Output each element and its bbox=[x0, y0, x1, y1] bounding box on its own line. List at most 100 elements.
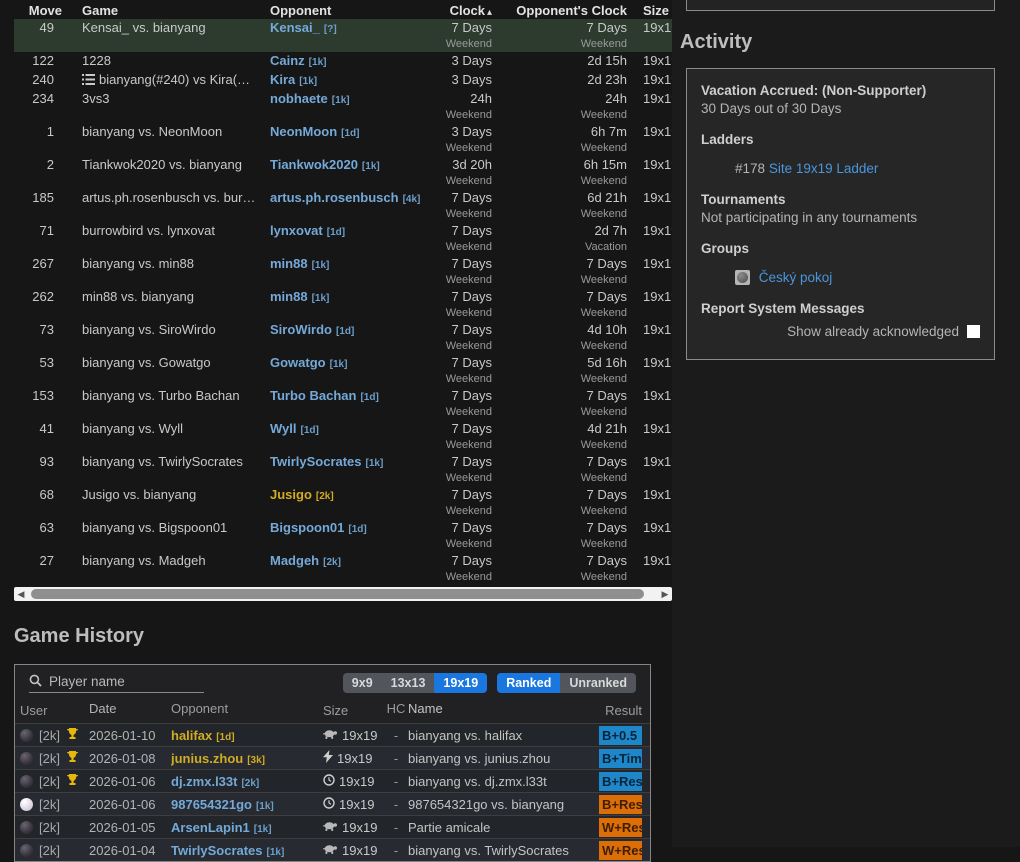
history-row[interactable]: [2k]2026-01-08junius.zhou[3k]19x19-biany… bbox=[15, 746, 650, 769]
filter-13x13[interactable]: 13x13 bbox=[382, 673, 435, 693]
clock-main: 2d 23h bbox=[494, 71, 627, 88]
board-size: 19x19 bbox=[337, 751, 372, 766]
activity-panel: Vacation Accrued: (Non-Supporter) 30 Day… bbox=[686, 68, 995, 360]
opponent-link[interactable]: TwirlySocrates bbox=[270, 454, 362, 469]
active-games-header: Move Game Opponent Clock▴ Opponent's Clo… bbox=[14, 0, 672, 19]
opponent-link[interactable]: nobhaete bbox=[270, 91, 328, 106]
filter-19x19[interactable]: 19x19 bbox=[434, 673, 487, 693]
header-size[interactable]: Size bbox=[637, 3, 672, 18]
game-row[interactable]: 27bianyang vs. MadgehMadgeh[2k]7 DaysWee… bbox=[14, 552, 672, 585]
game-name-text: Tiankwok2020 vs. bianyang bbox=[82, 157, 242, 172]
history-row[interactable]: [2k]2026-01-05ArsenLapin1[1k]19x19-Parti… bbox=[15, 815, 650, 838]
group-link[interactable]: Český pokoj bbox=[759, 270, 833, 285]
opponent-link[interactable]: Wyll bbox=[270, 421, 297, 436]
scrollbar-thumb[interactable] bbox=[31, 589, 644, 599]
group-avatar-icon bbox=[735, 270, 750, 285]
game-row[interactable]: 240bianyang(#240) vs Kira(…Kira[1k]3 Day… bbox=[14, 71, 672, 90]
history-header-result[interactable]: Result bbox=[602, 701, 642, 720]
game-row[interactable]: 53bianyang vs. GowatgoGowatgo[1k]7 DaysW… bbox=[14, 354, 672, 387]
history-header-size[interactable]: Size bbox=[323, 701, 384, 720]
move-count: 63 bbox=[14, 519, 68, 552]
filter-ranked[interactable]: Ranked bbox=[497, 673, 560, 693]
game-row[interactable]: 185artus.ph.rosenbusch vs. bur…artus.ph.… bbox=[14, 189, 672, 222]
header-move[interactable]: Move bbox=[14, 3, 68, 18]
opponent-link[interactable]: dj.zmx.l33t bbox=[171, 774, 237, 789]
history-header-date[interactable]: Date bbox=[89, 701, 171, 720]
filter-9x9[interactable]: 9x9 bbox=[343, 673, 382, 693]
game-row[interactable]: 41bianyang vs. WyllWyll[1d]7 DaysWeekend… bbox=[14, 420, 672, 453]
game-row[interactable]: 63bianyang vs. Bigspoon01Bigspoon01[1d]7… bbox=[14, 519, 672, 552]
player-search[interactable] bbox=[29, 673, 204, 693]
game-name: bianyang vs. Gowatgo bbox=[68, 354, 264, 387]
opponent-link[interactable]: min88 bbox=[270, 256, 308, 271]
opponent-link[interactable]: SiroWirdo bbox=[270, 322, 332, 337]
clock-main: 2d 15h bbox=[494, 52, 627, 69]
header-clock[interactable]: Clock▴ bbox=[422, 3, 494, 18]
scrollbar-track[interactable] bbox=[28, 587, 658, 601]
game-row[interactable]: 153bianyang vs. Turbo BachanTurbo Bachan… bbox=[14, 387, 672, 420]
history-header-name[interactable]: Name bbox=[408, 701, 602, 720]
header-opponents-clock[interactable]: Opponent's Clock bbox=[494, 3, 637, 18]
move-count: 185 bbox=[14, 189, 68, 222]
opponent-link[interactable]: Tiankwok2020 bbox=[270, 157, 358, 172]
search-icon bbox=[29, 674, 47, 690]
clock-sub: Weekend bbox=[422, 36, 492, 52]
opponent-link[interactable]: Jusigo bbox=[270, 487, 312, 502]
game-row[interactable]: 1221228Cainz[1k]3 Days2d 15h19x19 bbox=[14, 52, 672, 71]
player-search-input[interactable] bbox=[47, 673, 201, 690]
game-history-panel: 9x913x1319x19RankedUnranked UserDateOppo… bbox=[14, 664, 651, 862]
opponent-link[interactable]: ArsenLapin1 bbox=[171, 820, 250, 835]
opponent-cell: lynxovat[1d] bbox=[264, 222, 422, 255]
opponent-link[interactable]: Bigspoon01 bbox=[270, 520, 344, 535]
opponent-link[interactable]: Gowatgo bbox=[270, 355, 326, 370]
history-header-hc[interactable]: HC bbox=[384, 701, 408, 720]
opponent-link[interactable]: halifax bbox=[171, 728, 212, 743]
history-header-opponent[interactable]: Opponent bbox=[171, 701, 323, 720]
game-row[interactable]: 73bianyang vs. SiroWirdoSiroWirdo[1d]7 D… bbox=[14, 321, 672, 354]
trophy-icon bbox=[66, 773, 81, 789]
game-row[interactable]: 267bianyang vs. min88min88[1k]7 DaysWeek… bbox=[14, 255, 672, 288]
scroll-left-icon[interactable]: ◀ bbox=[14, 587, 28, 601]
opponent-rank: [1k] bbox=[330, 359, 348, 370]
game-row[interactable]: 49Kensai_ vs. bianyangKensai_[?]7 DaysWe… bbox=[14, 19, 672, 52]
history-header-user[interactable]: User bbox=[15, 701, 89, 720]
horizontal-scrollbar[interactable]: ◀ ▶ bbox=[14, 587, 672, 601]
history-row[interactable]: [2k]2026-01-10halifax[1d]19x19-bianyang … bbox=[15, 723, 650, 746]
opponent-cell: nobhaete[1k] bbox=[264, 90, 422, 123]
game-row[interactable]: 2Tiankwok2020 vs. bianyangTiankwok2020[1… bbox=[14, 156, 672, 189]
game-row[interactable]: 68Jusigo vs. bianyangJusigo[2k]7 DaysWee… bbox=[14, 486, 672, 519]
opponent-link[interactable]: Cainz bbox=[270, 53, 305, 68]
header-opponent[interactable]: Opponent bbox=[264, 3, 422, 18]
game-row[interactable]: 2343vs3nobhaete[1k]24hWeekend24hWeekend1… bbox=[14, 90, 672, 123]
opponent-link[interactable]: Madgeh bbox=[270, 553, 319, 568]
history-row[interactable]: [2k]2026-01-06dj.zmx.l33t[2k]19x19-biany… bbox=[15, 769, 650, 792]
opponent-link[interactable]: Kensai_ bbox=[270, 20, 320, 35]
history-row[interactable]: [2k]2026-01-06987654321go[1k]19x19-98765… bbox=[15, 792, 650, 815]
filter-unranked[interactable]: Unranked bbox=[560, 673, 636, 693]
opponent-link[interactable]: lynxovat bbox=[270, 223, 323, 238]
show-acknowledged-checkbox[interactable] bbox=[967, 325, 980, 338]
game-row[interactable]: 262min88 vs. bianyangmin88[1k]7 DaysWeek… bbox=[14, 288, 672, 321]
opponent-link[interactable]: junius.zhou bbox=[171, 751, 243, 766]
opponent-link[interactable]: Turbo Bachan bbox=[270, 388, 356, 403]
opponent-cell: halifax[1d] bbox=[171, 728, 323, 743]
opponent-link[interactable]: NeonMoon bbox=[270, 124, 337, 139]
opponent-link[interactable]: Kira bbox=[270, 72, 295, 87]
game-name: bianyang vs. Turbo Bachan bbox=[68, 387, 264, 420]
opponent-link[interactable]: artus.ph.rosenbusch bbox=[270, 190, 399, 205]
sort-asc-icon: ▴ bbox=[487, 7, 492, 18]
player-clock: 7 DaysWeekend bbox=[422, 19, 494, 52]
header-game[interactable]: Game bbox=[68, 3, 264, 18]
game-row[interactable]: 93bianyang vs. TwirlySocratesTwirlySocra… bbox=[14, 453, 672, 486]
opponent-link[interactable]: 987654321go bbox=[171, 797, 252, 812]
user-cell: [2k] bbox=[15, 797, 89, 812]
scroll-right-icon[interactable]: ▶ bbox=[658, 587, 672, 601]
ladder-link[interactable]: Site 19x19 Ladder bbox=[769, 161, 879, 176]
game-row[interactable]: 71burrowbird vs. lynxovatlynxovat[1d]7 D… bbox=[14, 222, 672, 255]
opponent-link[interactable]: min88 bbox=[270, 289, 308, 304]
opponent-link[interactable]: TwirlySocrates bbox=[171, 843, 263, 858]
game-row[interactable]: 1bianyang vs. NeonMoonNeonMoon[1d]3 Days… bbox=[14, 123, 672, 156]
move-count: 41 bbox=[14, 420, 68, 453]
history-row[interactable]: [2k]2026-01-04TwirlySocrates[1k]19x19-bi… bbox=[15, 838, 650, 861]
move-count: 234 bbox=[14, 90, 68, 123]
